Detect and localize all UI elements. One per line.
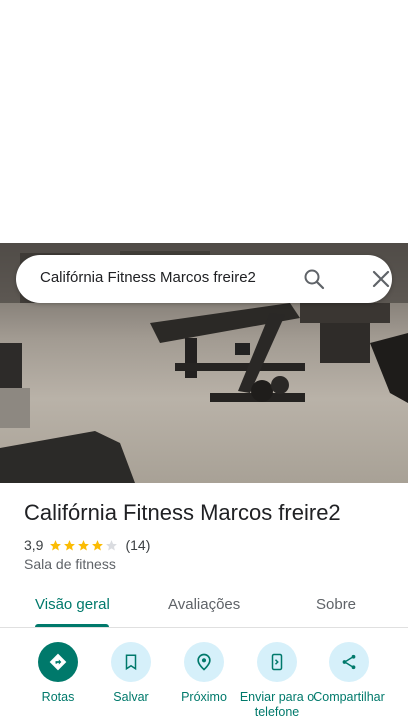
rating-value: 3,9 <box>24 537 44 553</box>
send-to-phone-button[interactable]: Enviar para o telefone <box>237 640 317 720</box>
share-icon[interactable] <box>329 642 369 682</box>
nearby-button[interactable]: Próximo <box>164 640 244 705</box>
action-buttons: Rotas Salvar Próximo Enviar para o telef… <box>0 640 408 726</box>
share-button[interactable]: Compartilhar <box>309 640 389 720</box>
star-icon <box>50 539 62 550</box>
bookmark-icon[interactable] <box>111 642 151 682</box>
directions-icon[interactable] <box>38 642 78 682</box>
map-blank-area <box>0 0 408 243</box>
search-icon[interactable] <box>302 267 326 291</box>
directions-label: Rotas <box>41 690 75 704</box>
active-tab-indicator <box>35 624 109 627</box>
tab-reviews[interactable]: Avaliações <box>168 596 240 613</box>
nearby-label: Próximo <box>181 690 227 704</box>
search-input[interactable]: Califórnia Fitness Marcos freire2 <box>40 269 256 286</box>
rating-row[interactable]: 3,9 (14) <box>24 536 150 554</box>
save-label: Salvar <box>113 690 149 704</box>
send-to-phone-icon[interactable] <box>257 642 297 682</box>
close-icon[interactable] <box>369 267 393 291</box>
save-button[interactable]: Salvar <box>91 640 171 705</box>
tab-overview[interactable]: Visão geral <box>35 596 110 613</box>
review-count: (14) <box>125 537 151 553</box>
star-icon <box>64 539 76 550</box>
send-to-phone-label: Enviar para o telefone <box>239 690 315 719</box>
place-category: Sala de fitness <box>24 556 116 572</box>
directions-button[interactable]: Rotas <box>18 640 98 705</box>
nearby-icon[interactable] <box>184 642 224 682</box>
star-empty-icon <box>106 539 118 550</box>
rating-stars <box>49 539 119 552</box>
star-icon <box>92 539 104 550</box>
place-tabs: Visão geral Avaliações Sobre <box>0 588 408 628</box>
place-title: Califórnia Fitness Marcos freire2 <box>24 500 341 525</box>
share-label: Compartilhar <box>313 690 385 704</box>
tab-about[interactable]: Sobre <box>316 596 356 613</box>
search-bar[interactable]: Califórnia Fitness Marcos freire2 <box>16 255 392 303</box>
star-icon <box>78 539 90 550</box>
